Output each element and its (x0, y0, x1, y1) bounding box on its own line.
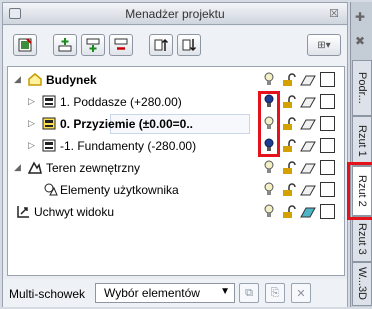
filter-dropdown[interactable]: ⊞▾ (307, 34, 341, 56)
project-tree: ◢ Budynek ▷ 1. Poddasze (+280.00) ▷ 0. P… (7, 66, 345, 276)
unlock-icon[interactable] (282, 117, 296, 131)
selection-combo-value: Wybór elementów (104, 286, 200, 300)
row-checkbox[interactable] (320, 72, 335, 87)
tree-row-poddasze[interactable]: ▷ 1. Poddasze (+280.00) (8, 91, 344, 113)
eraser-icon[interactable] (300, 73, 316, 87)
project-manager-window: Menadżer projektu ☒ ⊞▾ ◢ Budynek ▷ 1. Po… (0, 0, 372, 309)
expand-arrow-icon[interactable]: ▷ (28, 118, 35, 129)
visibility-bulb-icon[interactable] (264, 160, 274, 176)
eraser-icon[interactable] (300, 183, 316, 197)
delete-icon: ✕ (296, 287, 306, 300)
expand-arrow-icon[interactable]: ▷ (28, 140, 35, 151)
pin-icon[interactable]: ✚ (355, 10, 365, 24)
selection-combo[interactable]: Wybór elementów ▼ (95, 283, 235, 303)
chevron-down-icon[interactable]: ▼ (220, 286, 230, 297)
view-handle-icon (17, 206, 29, 218)
add-story-below-button[interactable] (81, 34, 105, 56)
properties-button[interactable] (13, 34, 37, 56)
view-tabs-sidebar: ✚ ✖ Podr... Rzut 1 Rzut 2 Rzut 3 W...3D (347, 2, 372, 307)
unlock-icon[interactable] (282, 183, 296, 197)
add-story-above-icon (58, 38, 72, 52)
collapse-arrow-icon[interactable]: ◢ (14, 74, 21, 85)
row-checkbox[interactable] (320, 94, 335, 109)
delete-story-icon (114, 38, 128, 50)
row-checkbox[interactable] (320, 138, 335, 153)
close-side-icon[interactable]: ✖ (355, 34, 365, 48)
copy-button[interactable]: ⧉ (239, 283, 259, 303)
tree-row-budynek[interactable]: ◢ Budynek (8, 69, 344, 91)
expand-arrow-icon[interactable]: ▷ (28, 96, 35, 107)
toolbar: ⊞▾ (3, 26, 347, 66)
tab-podr[interactable]: Podr... (352, 60, 372, 116)
user-elements-icon (44, 183, 58, 196)
tree-row-label: Teren zewnętrzny (46, 161, 141, 175)
visibility-bulb-icon[interactable] (264, 204, 274, 220)
story-icon (42, 139, 56, 152)
tree-row-teren[interactable]: ◢ Teren zewnętrzny (8, 157, 344, 179)
bottom-bar: Multi-schowek Wybór elementów ▼ ⧉ ⎘ ✕ (3, 279, 347, 307)
tab-rzut-1[interactable]: Rzut 1 (352, 116, 372, 166)
tab-widok-3d[interactable]: W...3D (352, 262, 372, 306)
tree-row-uchwyt[interactable]: Uchwyt widoku (8, 201, 344, 223)
add-story-below-icon (86, 38, 100, 52)
add-story-above-button[interactable] (53, 34, 77, 56)
delete-button[interactable]: ✕ (291, 283, 311, 303)
row-checkbox[interactable] (320, 116, 335, 131)
tree-row-label: 0. Przyziemie (±0.00=0.. (60, 117, 193, 131)
tree-row-przyziemie[interactable]: ▷ 0. Przyziemie (±0.00=0.. (8, 113, 344, 135)
tree-row-fundamenty[interactable]: ▷ -1. Fundamenty (-280.00) (8, 135, 344, 157)
story-icon (42, 95, 56, 108)
move-up-button[interactable] (149, 34, 173, 56)
close-icon[interactable]: ☒ (329, 7, 339, 20)
eraser-icon[interactable] (300, 117, 316, 131)
story-active-icon (42, 117, 56, 130)
unlock-icon[interactable] (282, 161, 296, 175)
highlight-annotation (347, 162, 372, 220)
eraser-icon[interactable] (300, 161, 316, 175)
delete-story-button[interactable] (109, 34, 133, 56)
multiclipboard-label: Multi-schowek (9, 287, 86, 301)
copy-icon: ⧉ (245, 286, 253, 299)
unlock-icon[interactable] (282, 73, 296, 87)
properties-icon (18, 38, 32, 52)
terrain-icon (28, 161, 42, 174)
tree-row-label: Elementy użytkownika (60, 183, 179, 197)
unlock-icon[interactable] (282, 205, 296, 219)
tree-row-label: Uchwyt widoku (34, 205, 115, 219)
window-title: Menadżer projektu (125, 7, 225, 21)
paste-icon: ⎘ (270, 286, 280, 299)
eraser-teal-icon[interactable] (300, 205, 316, 219)
visibility-bulb-icon[interactable] (264, 182, 274, 198)
visibility-bulb-icon[interactable] (264, 72, 274, 88)
paste-button[interactable]: ⎘ (265, 283, 285, 303)
move-down-icon (182, 39, 197, 52)
collapse-arrow-icon[interactable]: ◢ (14, 162, 21, 173)
highlight-annotation (258, 91, 280, 157)
row-checkbox[interactable] (320, 160, 335, 175)
eraser-icon[interactable] (300, 139, 316, 153)
tree-row-label: -1. Fundamenty (-280.00) (60, 139, 197, 153)
row-checkbox[interactable] (320, 204, 335, 219)
row-checkbox[interactable] (320, 182, 335, 197)
unlock-icon[interactable] (282, 95, 296, 109)
project-manager-panel: Menadżer projektu ☒ ⊞▾ ◢ Budynek ▷ 1. Po… (2, 2, 348, 307)
tree-row-label: 1. Poddasze (+280.00) (60, 95, 182, 109)
tree-row-elementy[interactable]: Elementy użytkownika (8, 179, 344, 201)
move-up-icon (154, 38, 169, 51)
tree-row-label: Budynek (46, 73, 97, 87)
move-down-button[interactable] (177, 34, 201, 56)
title-bar[interactable]: Menadżer projektu ☒ (3, 3, 347, 25)
unlock-icon[interactable] (282, 139, 296, 153)
tab-rzut-3[interactable]: Rzut 3 (352, 216, 372, 262)
eraser-icon[interactable] (300, 95, 316, 109)
filter-icon: ⊞▾ (317, 39, 331, 51)
building-icon (28, 73, 42, 86)
